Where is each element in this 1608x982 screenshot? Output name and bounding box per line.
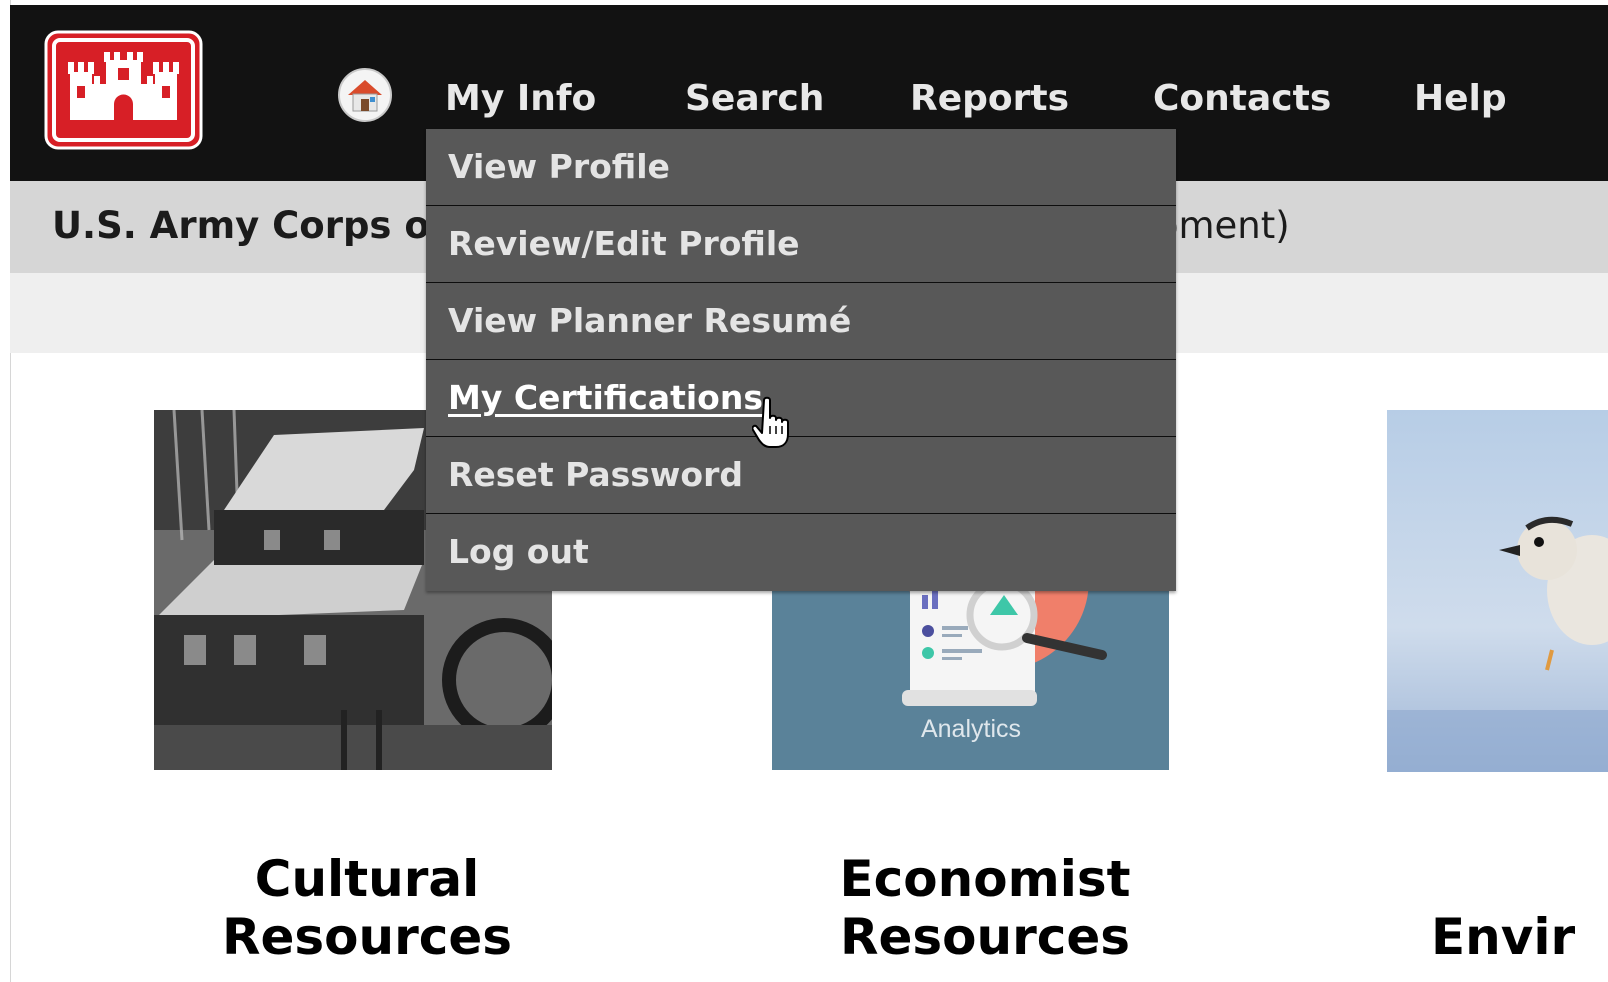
castle-logo[interactable] bbox=[44, 30, 203, 150]
nav-my-info[interactable]: My Info bbox=[445, 76, 596, 122]
menu-my-certifications[interactable]: My Certifications bbox=[426, 360, 1176, 437]
menu-log-out[interactable]: Log out bbox=[426, 514, 1176, 590]
menu-review-edit-profile[interactable]: Review/Edit Profile bbox=[426, 206, 1176, 283]
home-icon[interactable] bbox=[336, 67, 394, 123]
menu-view-planner-resume[interactable]: View Planner Resumé bbox=[426, 283, 1176, 360]
nav-reports[interactable]: Reports bbox=[910, 76, 1069, 122]
analytics-caption: Analytics bbox=[920, 715, 1022, 743]
nav-search[interactable]: Search bbox=[685, 76, 824, 122]
nav-help[interactable]: Help bbox=[1414, 76, 1507, 122]
menu-reset-password[interactable]: Reset Password bbox=[426, 437, 1176, 514]
nav-contacts[interactable]: Contacts bbox=[1153, 76, 1331, 122]
card-image-bird[interactable] bbox=[1387, 410, 1608, 772]
card-title-economist[interactable]: Economist Resources bbox=[735, 850, 1235, 966]
card-title-environmental[interactable]: Envir bbox=[1431, 908, 1608, 966]
my-info-dropdown: View Profile Review/Edit Profile View Pl… bbox=[426, 129, 1176, 591]
site-title: U.S. Army Corps o bbox=[52, 204, 430, 247]
hand-pointer-cursor-icon bbox=[752, 396, 789, 448]
menu-view-profile[interactable]: View Profile bbox=[426, 129, 1176, 206]
card-title-cultural[interactable]: Cultural Resources bbox=[117, 850, 617, 966]
